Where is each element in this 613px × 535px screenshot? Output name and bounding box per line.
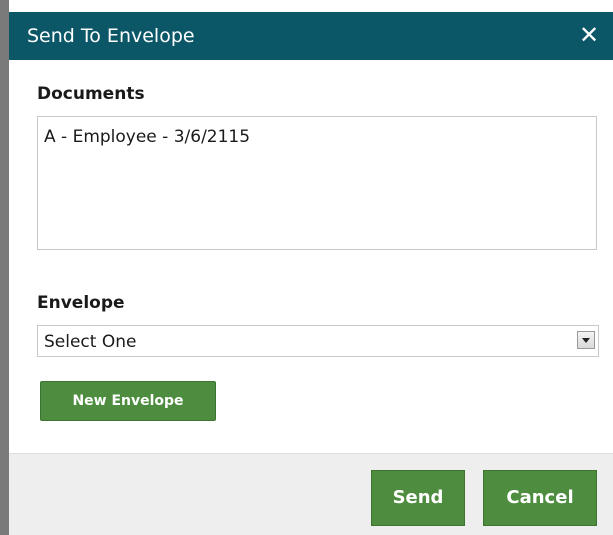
envelope-label: Envelope (37, 293, 125, 313)
documents-list[interactable]: A - Employee - 3/6/2115 (37, 116, 597, 250)
cancel-button[interactable]: Cancel (483, 470, 597, 526)
document-item[interactable]: A - Employee - 3/6/2115 (44, 127, 250, 147)
new-envelope-button[interactable]: New Envelope (40, 381, 216, 421)
close-icon[interactable]: ✕ (577, 22, 601, 48)
chevron-down-icon[interactable] (577, 331, 595, 349)
envelope-select-value: Select One (44, 332, 137, 352)
dialog-footer: Send Cancel (9, 453, 613, 535)
dialog-titlebar: Send To Envelope ✕ (9, 12, 613, 60)
send-to-envelope-dialog: Send To Envelope ✕ Documents A - Employe… (9, 12, 613, 535)
dialog-title: Send To Envelope (27, 25, 195, 47)
send-button[interactable]: Send (371, 470, 465, 526)
screenshot-frame: Send To Envelope ✕ Documents A - Employe… (0, 0, 613, 535)
documents-label: Documents (37, 84, 145, 104)
window-edge (0, 0, 9, 535)
top-gap (9, 0, 613, 12)
envelope-select[interactable]: Select One (37, 325, 599, 357)
